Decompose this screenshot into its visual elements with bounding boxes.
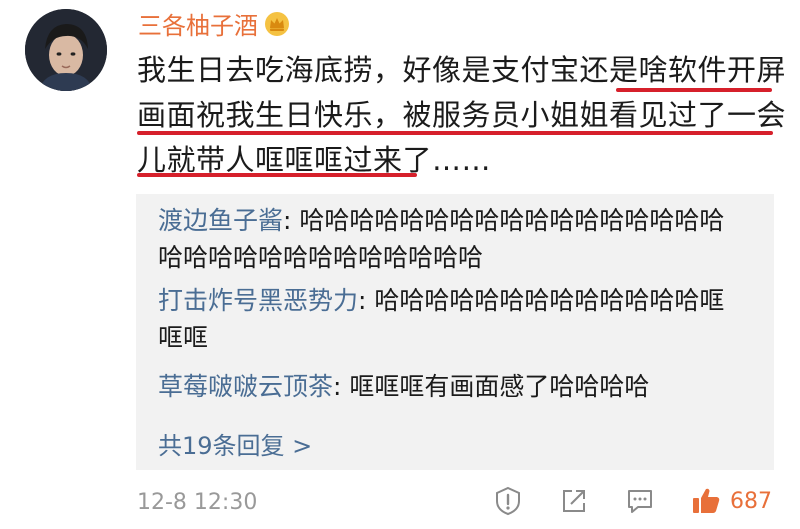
avatar[interactable] (25, 9, 107, 91)
highlight-underline-1 (616, 88, 772, 92)
reply-separator: : (333, 372, 350, 401)
reply-author[interactable]: 渡边鱼子酱 (158, 206, 283, 235)
post-content-line-1: 我生日去吃海底捞，好像是支付宝还是啥软件开屏 (137, 53, 787, 87)
like-count: 687 (730, 489, 772, 514)
username[interactable]: 三各柚子酒 (138, 6, 258, 41)
reply-text: 哈哈哈哈哈哈哈哈哈哈哈哈哈哈哈哈哈 (299, 206, 725, 235)
reply-separator: : (283, 206, 300, 235)
reply-text-continued: 哈哈哈哈哈哈哈哈哈哈哈哈哈 (158, 243, 484, 272)
share-icon[interactable] (558, 485, 590, 517)
avatar-portrait (25, 9, 107, 91)
crown-badge-icon (264, 11, 290, 37)
like-icon[interactable] (690, 485, 722, 517)
reply-text: 哐哐哐有画面感了哈哈哈哈 (349, 372, 650, 401)
reply-item[interactable]: 草莓啵啵云顶茶: 哐哐哐有画面感了哈哈哈哈 (158, 368, 758, 405)
post-content: 我生日去吃海底捞，好像是支付宝还是啥软件开屏 画面祝我生日快乐，被服务员小姐姐看… (137, 48, 787, 183)
comment-icon[interactable] (624, 485, 656, 517)
reply-author[interactable]: 草莓啵啵云顶茶 (158, 372, 333, 401)
highlight-underline-3 (137, 173, 417, 177)
username-row: 三各柚子酒 (138, 6, 290, 41)
report-icon[interactable] (492, 485, 524, 517)
reply-separator: : (358, 286, 375, 315)
reply-author[interactable]: 打击炸号黑恶势力 (158, 286, 358, 315)
highlight-underline-2 (137, 131, 773, 135)
reply-text-continued: 哐哐 (158, 323, 209, 352)
post-timestamp: 12-8 12:30 (137, 490, 258, 515)
reply-item[interactable]: 渡边鱼子酱: 哈哈哈哈哈哈哈哈哈哈哈哈哈哈哈哈哈 哈哈哈哈哈哈哈哈哈哈哈哈哈 (158, 202, 758, 276)
replies-panel: 渡边鱼子酱: 哈哈哈哈哈哈哈哈哈哈哈哈哈哈哈哈哈 哈哈哈哈哈哈哈哈哈哈哈哈哈 打… (136, 194, 774, 470)
reply-text: 哈哈哈哈哈哈哈哈哈哈哈哈哈哐 (374, 286, 725, 315)
reply-item[interactable]: 打击炸号黑恶势力: 哈哈哈哈哈哈哈哈哈哈哈哈哈哐 哐哐 (158, 282, 758, 356)
more-replies-link[interactable]: 共19条回复 > (158, 426, 312, 461)
